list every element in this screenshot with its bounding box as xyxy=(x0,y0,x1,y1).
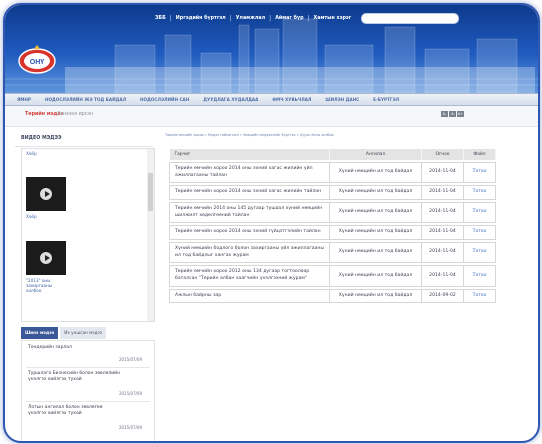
row-title[interactable]: Хүний нөөцийн бодлого болон захиргааны ү… xyxy=(169,241,330,264)
table-row: Ажлын байрны зар Хүний нөөцийн ил тод ба… xyxy=(169,288,496,304)
font-decrease-button[interactable]: А- xyxy=(441,111,448,117)
row-date: 2014-09-02 xyxy=(421,288,464,304)
table-row: Төрийн өмчийн хороо 2014 оны эхний хагас… xyxy=(169,161,496,184)
font-size-controls: А- А А+ xyxy=(441,111,464,117)
separator: | xyxy=(229,15,232,22)
table-row: Төрийн өмчийн хороо 2012 оны 134 дугаар … xyxy=(169,265,496,287)
news-date: 2015/07/09 xyxy=(118,357,142,362)
download-link[interactable]: Татах xyxy=(463,288,496,304)
top-link-1[interactable]: ЗББ xyxy=(155,16,166,21)
news-date: 2015/07/09 xyxy=(118,425,142,430)
separator: | xyxy=(169,15,172,22)
top-link-4[interactable]: Аймаг бүр xyxy=(275,16,303,21)
documents-table: Гарчиг Ангилал Огноо Файл Төрийн өмчийн … xyxy=(169,149,496,304)
download-link[interactable]: Татах xyxy=(463,161,496,184)
font-reset-button[interactable]: А xyxy=(449,111,456,117)
row-title[interactable]: Ажлын байрны зар xyxy=(169,288,330,304)
column-header-date[interactable]: Огноо xyxy=(421,149,464,160)
separator: | xyxy=(307,15,310,22)
news-title[interactable]: Туршлага Бизнесийн болон зөвлөлийн үнэлг… xyxy=(28,371,148,384)
table-header-row: Гарчиг Ангилал Огноо Файл xyxy=(169,149,496,160)
row-date: 2014-11-04 xyxy=(421,201,464,224)
row-date: 2014-11-04 xyxy=(421,241,464,264)
news-title[interactable]: Лотын ангилал болон зөвлөгөө үнэлгээ хий… xyxy=(28,405,148,418)
top-link-2[interactable]: Иргэдийн бүртгэл xyxy=(176,16,226,21)
download-link[interactable]: Татах xyxy=(463,225,496,240)
row-category: Хүний нөөцийн ил тод байдал xyxy=(329,241,422,264)
divider xyxy=(26,367,150,368)
table-row: Хүний нөөцийн бодлого болон захиргааны ү… xyxy=(169,241,496,264)
row-date: 2014-11-04 xyxy=(421,265,464,287)
browser-frame: ЗББ | Иргэдийн бүртгэл | Уламжлал | Айма… xyxy=(3,3,540,443)
menu-item[interactable]: ЯМНР xyxy=(17,97,31,102)
video-section-header: ВИДЕО МЭДЭЭ xyxy=(15,133,153,147)
menu-item[interactable]: ДУУДЛАГА ХУДАЛДАА xyxy=(203,97,258,102)
download-link[interactable]: Татах xyxy=(463,201,496,224)
row-title[interactable]: Төрийн өмчийн 2014 оны 145 дугаар тушаал… xyxy=(169,201,330,224)
news-tabs: Шинэ мэдээ Их уншсан мэдээ xyxy=(21,327,153,339)
video-section-title: ВИДЕО МЭДЭЭ xyxy=(21,136,62,141)
font-increase-button[interactable]: А+ xyxy=(457,111,464,117)
news-list: Тендерийн зарлал 2015/07/09 Туршлага Биз… xyxy=(21,340,155,441)
menu-item[interactable]: НОДОСЛЭЛИЙН ЖЭ ТОД БАЙДАЛ xyxy=(45,97,126,102)
news-date: 2015/07/09 xyxy=(118,391,142,396)
table-row: Төрийн өмчийн хороо 2014 оны эхний хагас… xyxy=(169,185,496,200)
video-thumbnail[interactable] xyxy=(26,177,66,211)
video-caption[interactable]: Хоёр xyxy=(26,151,37,156)
breadcrumb[interactable]: Төрийн өмчийн хороо » Мэдээ тайлагнал » … xyxy=(165,133,334,137)
video-thumbnail[interactable] xyxy=(26,241,66,275)
download-link[interactable]: Татах xyxy=(463,185,496,200)
site-logo[interactable]: ОНҮ xyxy=(17,45,57,75)
table-row: Төрийн өмчийн хороо 2014 оны эхний гүйцэ… xyxy=(169,225,496,240)
table-row: Төрийн өмчийн 2014 оны 145 дугаар тушаал… xyxy=(169,201,496,224)
top-link-5[interactable]: Хамтын хэрэг xyxy=(314,16,352,21)
row-category: Хүний нөөцийн ил тод байдал xyxy=(329,201,422,224)
row-title[interactable]: Төрийн өмчийн хороо 2014 оны эхний хагас… xyxy=(169,161,330,184)
top-navigation: ЗББ | Иргэдийн бүртгэл | Уламжлал | Айма… xyxy=(155,13,460,24)
row-category: Хүний нөөцийн ил тод байдал xyxy=(329,225,422,240)
top-link-3[interactable]: Уламжлал xyxy=(236,16,265,21)
video-scrollbar[interactable] xyxy=(147,149,154,321)
separator: | xyxy=(269,15,272,22)
video-caption[interactable]: Хоёр xyxy=(26,214,37,219)
tab-latest-news[interactable]: Шинэ мэдээ xyxy=(21,327,59,339)
search-input[interactable] xyxy=(361,13,460,24)
download-link[interactable]: Татах xyxy=(463,265,496,287)
news-title[interactable]: Тендерийн зарлал xyxy=(28,345,148,351)
video-list: Хоёр Хоёр "2013" оны захиргааны холбоо xyxy=(21,148,155,322)
row-title[interactable]: Төрийн өмчийн хороо 2014 оны эхний хагас… xyxy=(169,185,330,200)
play-icon[interactable] xyxy=(40,252,52,264)
divider xyxy=(26,401,150,402)
row-date: 2014-11-04 xyxy=(421,185,464,200)
menu-item[interactable]: ӨМЧ ХУВЬЧЛАЛ xyxy=(272,97,311,102)
section-subtitle: Хэнээнэ ирсэн xyxy=(57,112,94,117)
menu-item[interactable]: ШИЛЭН ДАНС xyxy=(325,97,359,102)
site-header: ЗББ | Иргэдийн бүртгэл | Уламжлал | Айма… xyxy=(5,5,538,93)
menu-item[interactable]: Е-БҮРТГЭЛ xyxy=(373,97,399,102)
download-link[interactable]: Татах xyxy=(463,241,496,264)
row-title[interactable]: Төрийн өмчийн хороо 2012 оны 134 дугаар … xyxy=(169,265,330,287)
video-caption[interactable]: "2013" оны захиргааны холбоо xyxy=(26,278,66,293)
svg-text:ОНҮ: ОНҮ xyxy=(30,59,45,66)
tab-most-read[interactable]: Их уншсан мэдээ xyxy=(60,327,107,339)
play-icon[interactable] xyxy=(40,188,52,200)
menu-item[interactable]: НОДОСЛЭЛИЙН САН xyxy=(140,97,189,102)
row-category: Хүний нөөцийн ил тод байдал xyxy=(329,265,422,287)
row-category: Хүний нөөцийн ил тод байдал xyxy=(329,185,422,200)
row-category: Хүний нөөцийн ил тод байдал xyxy=(329,161,422,184)
sub-header-bar: Төрийн мэдээ Хэнээнэ ирсэн А- А А+ xyxy=(5,106,538,127)
column-header-category[interactable]: Ангилал xyxy=(329,149,422,160)
row-date: 2014-11-04 xyxy=(421,225,464,240)
row-title[interactable]: Төрийн өмчийн хороо 2014 оны эхний гүйцэ… xyxy=(169,225,330,240)
main-menu: ЯМНР НОДОСЛЭЛИЙН ЖЭ ТОД БАЙДАЛ НОДОСЛЭЛИ… xyxy=(5,93,538,106)
row-date: 2014-11-04 xyxy=(421,161,464,184)
column-header-title[interactable]: Гарчиг xyxy=(169,149,330,160)
scrollbar-thumb[interactable] xyxy=(148,173,153,211)
column-header-file[interactable]: Файл xyxy=(463,149,496,160)
row-category: Хүний нөөцийн ил тод байдал xyxy=(329,288,422,304)
